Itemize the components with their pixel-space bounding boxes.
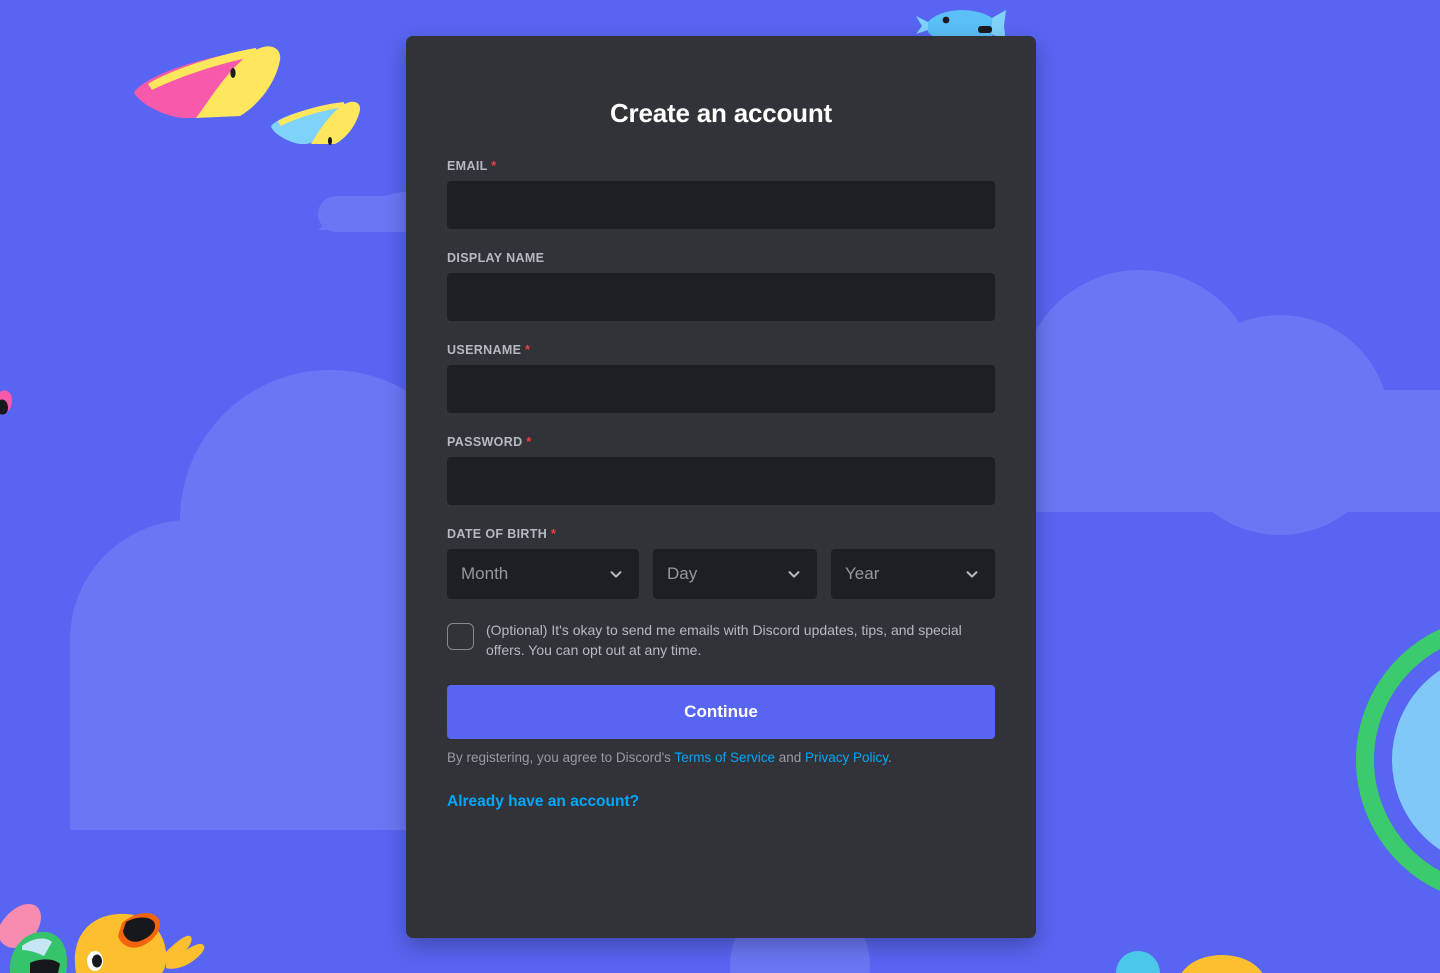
password-required-marker: * <box>526 435 532 449</box>
username-input[interactable] <box>447 365 995 413</box>
leaf-dark-detail <box>30 959 60 973</box>
date-of-birth-row: Month Day Year <box>447 549 995 599</box>
date-of-birth-label-text: DATE OF BIRTH <box>447 527 548 541</box>
email-required-marker: * <box>491 159 497 173</box>
email-label-text: EMAIL <box>447 159 488 173</box>
email-input[interactable] <box>447 181 995 229</box>
date-of-birth-label: DATE OF BIRTH * <box>447 527 995 541</box>
day-select-value: Day <box>667 564 698 583</box>
password-label: PASSWORD * <box>447 435 995 449</box>
password-label-text: PASSWORD <box>447 435 523 449</box>
chevron-down-icon <box>788 571 800 578</box>
terms-of-service-link[interactable]: Terms of Service <box>674 750 775 765</box>
month-select-value: Month <box>461 564 509 583</box>
email-optin-checkbox[interactable] <box>447 623 474 650</box>
privacy-policy-link[interactable]: Privacy Policy <box>805 750 888 765</box>
fish-marking <box>978 26 992 33</box>
chevron-down-icon <box>610 571 622 578</box>
bird-pink-eye <box>230 68 236 78</box>
field-username: USERNAME * <box>447 343 995 413</box>
username-label-text: USERNAME <box>447 343 522 357</box>
terms-disclaimer: By registering, you agree to Discord's T… <box>447 750 995 765</box>
email-optin-row: (Optional) It's okay to send me emails w… <box>447 617 995 661</box>
continue-button[interactable]: Continue <box>447 684 995 739</box>
year-select-value: Year <box>845 564 880 583</box>
day-select[interactable]: Day <box>653 549 817 599</box>
display-name-input[interactable] <box>447 273 995 321</box>
cloud-right-base <box>1036 390 1440 512</box>
username-required-marker: * <box>525 343 531 357</box>
field-display-name: DISPLAY NAME <box>447 251 995 321</box>
bird-blue-eye <box>328 137 332 145</box>
already-have-account-link[interactable]: Already have an account? <box>447 793 639 811</box>
username-label: USERNAME * <box>447 343 995 357</box>
field-date-of-birth: DATE OF BIRTH * Month Day Year <box>447 527 995 599</box>
page-title: Create an account <box>609 98 832 128</box>
email-optin-label: (Optional) It's okay to send me emails w… <box>486 622 962 658</box>
terms-prefix: By registering, you agree to Discord's <box>447 749 675 765</box>
month-select[interactable]: Month <box>447 549 639 599</box>
chevron-down-icon <box>966 571 978 578</box>
register-card: Create an account EMAIL * DISPLAY NAME U… <box>406 36 1036 938</box>
terms-conjunction: and <box>774 749 805 765</box>
field-email: EMAIL * <box>447 159 995 229</box>
password-input[interactable] <box>447 457 995 505</box>
fish-eye <box>942 16 950 24</box>
duck-eye-pupil <box>92 954 102 968</box>
year-select[interactable]: Year <box>831 549 995 599</box>
display-name-label: DISPLAY NAME <box>447 251 545 265</box>
email-label: EMAIL * <box>447 159 995 173</box>
date-of-birth-required-marker: * <box>550 527 557 541</box>
terms-suffix: . <box>888 749 892 765</box>
field-password: PASSWORD * <box>447 435 995 505</box>
